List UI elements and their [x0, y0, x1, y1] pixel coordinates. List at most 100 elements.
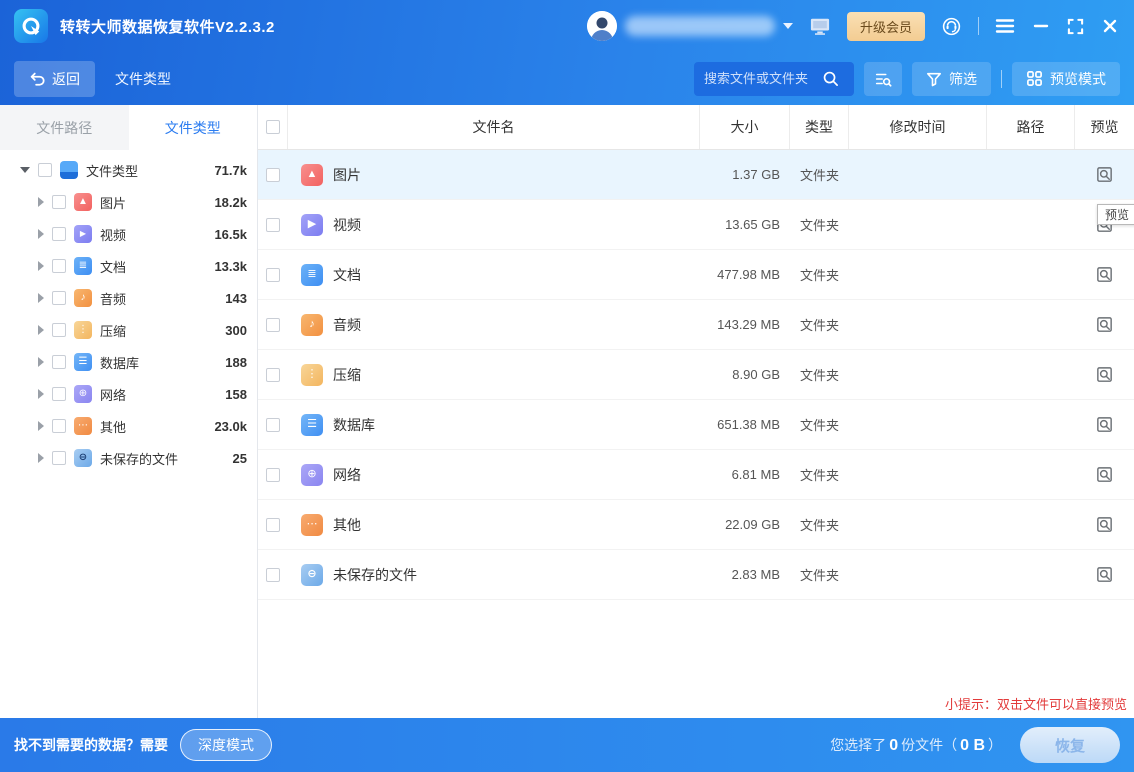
tree-checkbox[interactable]	[52, 387, 66, 401]
tree-item-other[interactable]: ⋯其他23.0k	[0, 410, 257, 442]
expand-arrow-icon[interactable]	[38, 453, 44, 463]
tree-item-audio[interactable]: ♪音频143	[0, 282, 257, 314]
preview-button[interactable]	[1093, 413, 1116, 436]
tree-item-zip[interactable]: ⋮压缩300	[0, 314, 257, 346]
preview-button[interactable]	[1093, 563, 1116, 586]
expand-arrow-icon[interactable]	[38, 261, 44, 271]
user-name-redacted[interactable]	[625, 16, 775, 36]
expand-arrow-icon[interactable]	[38, 229, 44, 239]
hamburger-menu-icon[interactable]	[993, 16, 1017, 36]
preview-cell	[1075, 150, 1134, 199]
minimize-button[interactable]	[1031, 16, 1051, 36]
file-type: 文件夹	[790, 550, 849, 599]
recover-button[interactable]: 恢复	[1020, 727, 1120, 763]
back-button[interactable]: 返回	[14, 61, 95, 97]
row-checkbox[interactable]	[266, 468, 280, 482]
tree-checkbox[interactable]	[52, 451, 66, 465]
preview-button[interactable]	[1093, 163, 1116, 186]
row-checkbox[interactable]	[266, 318, 280, 332]
maximize-button[interactable]	[1065, 16, 1086, 37]
tree-item-web[interactable]: ⊕网络158	[0, 378, 257, 410]
customer-service-icon[interactable]	[939, 14, 964, 39]
tree-item-image[interactable]: ▲图片18.2k	[0, 186, 257, 218]
collapse-arrow-icon[interactable]	[20, 167, 30, 173]
table-row-image[interactable]: ▲图片1.37 GB文件夹	[258, 150, 1134, 200]
row-checkbox[interactable]	[266, 268, 280, 282]
user-avatar[interactable]	[587, 11, 617, 41]
tree-item-doc[interactable]: ≣文档13.3k	[0, 250, 257, 282]
table-row-doc[interactable]: ≣文档477.98 MB文件夹	[258, 250, 1134, 300]
tree-checkbox[interactable]	[52, 227, 66, 241]
unsaved-file-type-icon: ⊖	[301, 564, 323, 586]
select-all-checkbox[interactable]	[266, 120, 280, 134]
preview-button[interactable]	[1093, 463, 1116, 486]
search-box[interactable]	[694, 62, 854, 96]
tree-item-root[interactable]: 文件类型71.7k	[0, 154, 257, 186]
preview-button[interactable]	[1093, 513, 1116, 536]
table-row-unsaved[interactable]: ⊖ 未保存的文件 2.83 MB文件夹	[258, 550, 1134, 600]
tree-checkbox[interactable]	[52, 195, 66, 209]
row-checkbox[interactable]	[266, 518, 280, 532]
tree-checkbox[interactable]	[52, 259, 66, 273]
deep-mode-button[interactable]: 深度模式	[180, 729, 272, 761]
expand-arrow-icon[interactable]	[38, 357, 44, 367]
file-type: 文件夹	[790, 200, 849, 249]
preview-cell	[1075, 400, 1134, 449]
table-row-web[interactable]: ⊕网络6.81 MB文件夹	[258, 450, 1134, 500]
db-file-type-icon: ☰	[301, 414, 323, 436]
row-checkbox-cell	[258, 500, 288, 549]
tree-item-label: 未保存的文件	[100, 449, 178, 468]
expand-arrow-icon[interactable]	[38, 389, 44, 399]
tree-item-db[interactable]: ☰数据库188	[0, 346, 257, 378]
close-button[interactable]	[1100, 16, 1120, 36]
column-header-mtime[interactable]: 修改时间	[849, 105, 987, 149]
row-checkbox[interactable]	[266, 418, 280, 432]
search-input[interactable]	[704, 71, 822, 86]
user-dropdown-caret-icon[interactable]	[783, 23, 793, 29]
tree-checkbox[interactable]	[52, 355, 66, 369]
device-monitor-icon[interactable]	[807, 14, 833, 38]
column-header-size[interactable]: 大小	[700, 105, 790, 149]
tree-checkbox[interactable]	[52, 323, 66, 337]
expand-arrow-icon[interactable]	[38, 421, 44, 431]
tab-file-type[interactable]: 文件类型	[129, 105, 258, 150]
tree-checkbox[interactable]	[52, 291, 66, 305]
tree-checkbox[interactable]	[52, 419, 66, 433]
tree-item-video[interactable]: ▶视频16.5k	[0, 218, 257, 250]
filter-button[interactable]: 筛选	[912, 62, 991, 96]
tree-item-count: 158	[225, 387, 247, 402]
table-row-video[interactable]: ▶视频13.65 GB文件夹	[258, 200, 1134, 250]
column-header-path[interactable]: 路径	[987, 105, 1075, 149]
expand-arrow-icon[interactable]	[38, 197, 44, 207]
column-header-type[interactable]: 类型	[790, 105, 849, 149]
double-click-hint: 小提示：双击文件可以直接预览	[945, 694, 1127, 713]
table-row-audio[interactable]: ♪音频143.29 MB文件夹	[258, 300, 1134, 350]
column-header-preview[interactable]: 预览	[1075, 105, 1134, 149]
file-name: 文档	[333, 265, 361, 285]
row-checkbox[interactable]	[266, 218, 280, 232]
file-name: 未保存的文件	[333, 565, 417, 585]
expand-arrow-icon[interactable]	[38, 325, 44, 335]
table-header: 文件名 大小 类型 修改时间 路径 预览	[258, 105, 1134, 150]
preview-button[interactable]	[1093, 313, 1116, 336]
tab-file-path[interactable]: 文件路径	[0, 105, 129, 150]
table-row-db[interactable]: ☰数据库651.38 MB文件夹	[258, 400, 1134, 450]
table-row-zip[interactable]: ⋮压缩8.90 GB文件夹	[258, 350, 1134, 400]
upgrade-vip-button[interactable]: 升级会员	[847, 12, 925, 41]
column-header-name[interactable]: 文件名	[288, 105, 700, 149]
tree-item-count: 143	[225, 291, 247, 306]
row-checkbox[interactable]	[266, 568, 280, 582]
expand-arrow-icon[interactable]	[38, 293, 44, 303]
preview-mode-button[interactable]: 预览模式	[1012, 62, 1120, 96]
row-checkbox[interactable]	[266, 368, 280, 382]
file-list-panel: 文件名 大小 类型 修改时间 路径 预览 ▲图片1.37 GB文件夹▶视频13.…	[258, 105, 1134, 718]
table-row-other[interactable]: ⋯其他22.09 GB文件夹	[258, 500, 1134, 550]
preview-button[interactable]	[1093, 263, 1116, 286]
preview-button[interactable]	[1093, 363, 1116, 386]
file-size: 2.83 MB	[700, 550, 790, 599]
file-name-cell: ≣文档	[288, 250, 700, 299]
tree-item-unsaved[interactable]: ⊖未保存的文件25	[0, 442, 257, 474]
advanced-search-button[interactable]	[864, 62, 902, 96]
row-checkbox[interactable]	[266, 168, 280, 182]
tree-checkbox[interactable]	[38, 163, 52, 177]
